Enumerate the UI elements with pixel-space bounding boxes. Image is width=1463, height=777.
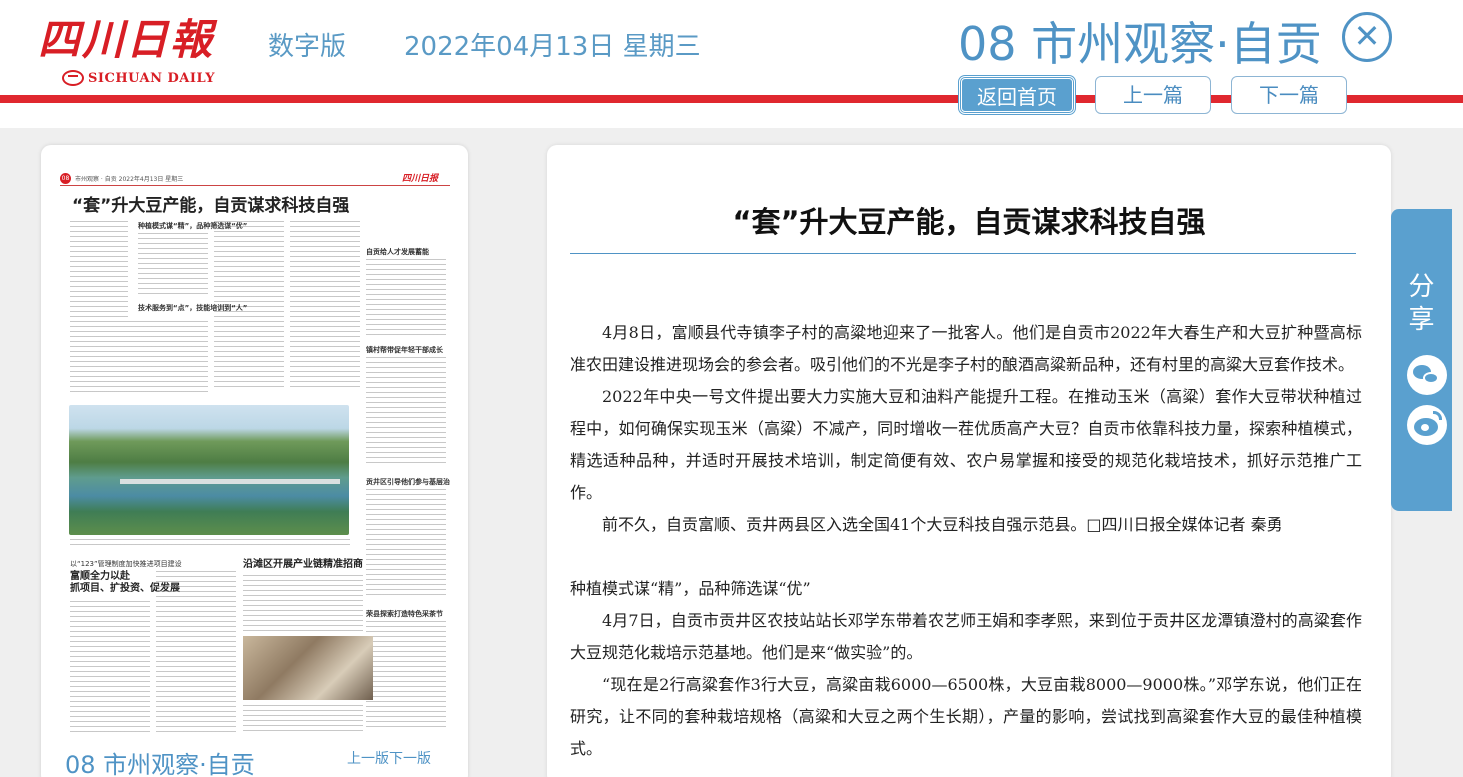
- thumbnail-logo: 四川日报: [401, 174, 438, 184]
- thumbnail-text-column: [70, 321, 208, 393]
- article-paragraph: “现在是2行高粱套作3行大豆，高粱亩栽6000—6500株，大豆亩栽8000—9…: [570, 675, 1362, 758]
- thumbnail-text-column: [366, 489, 446, 599]
- thumbnail-bridge-shape: [120, 479, 340, 484]
- article-paragraph: 4月7日，自贡市贡井区农技站站长邓学东带着农艺师王娟和李孝熙，来到位于贡井区龙潭…: [570, 611, 1362, 662]
- thumbnail-meeting-photo: [243, 636, 373, 700]
- thumbnail-story2-title-1[interactable]: 富顺全力以赴: [70, 571, 130, 583]
- thumbnail-side-story-2[interactable]: 镇村帮带促年轻干部成长: [366, 345, 443, 355]
- thumbnail-text-column: [243, 705, 363, 735]
- thumbnail-text-column: [156, 571, 236, 735]
- logo-chinese-text: 四川日報: [38, 15, 215, 64]
- article-title: “套”升大豆产能，自贡谋求科技自强: [732, 205, 1206, 239]
- thumbnail-subhead-2: 技术服务到“点”，技能培训到“人”: [138, 304, 248, 312]
- share-label: 分享: [1408, 272, 1435, 335]
- thumbnail-masthead: 08 市州观察 · 自贡 2022年4月13日 星期三 四川日报: [60, 171, 450, 185]
- newspaper-page-thumbnail[interactable]: 08 市州观察 · 自贡 2022年4月13日 星期三 四川日报 “套”升大豆产…: [60, 161, 450, 741]
- logo-english-row: SICHUAN DAILY: [62, 68, 215, 88]
- issue-date: 2022年04月13日 星期三: [404, 32, 701, 62]
- article-panel: “套”升大豆产能，自贡谋求科技自强 4月8日，富顺县代寺镇李子村的高粱地迎来了一…: [547, 145, 1391, 777]
- thumbnail-side-story-4[interactable]: 荣县探索打造特色采茶节: [366, 609, 443, 619]
- thumbnail-photo-caption: [70, 539, 350, 549]
- article-paragraph: 前不久，自贡富顺、贡井两县区入选全国41个大豆科技自强示范县。□四川日报全媒体记…: [602, 515, 1283, 534]
- article-body: 4月8日，富顺县代寺镇李子村的高粱地迎来了一批客人。他们是自贡市2022年大春生…: [570, 317, 1362, 765]
- header: 四川日報 SICHUAN DAILY 数字版 2022年04月13日 星期三 0…: [0, 0, 1463, 128]
- thumbnail-masthead-text: 市州观察 · 自贡 2022年4月13日 星期三: [75, 175, 184, 183]
- page-prev-next-links[interactable]: 上一版下一版: [347, 748, 431, 768]
- thumbnail-story2-kicker: 以“123”管理制度加快推进项目建设: [70, 560, 182, 568]
- weibo-icon[interactable]: [1407, 405, 1447, 445]
- article-title-rule: [570, 253, 1356, 254]
- page-preview-panel: 08 市州观察 · 自贡 2022年4月13日 星期三 四川日报 “套”升大豆产…: [41, 145, 468, 777]
- article-subheading: 种植模式谋“精”，品种筛选谋“优”: [570, 579, 811, 598]
- thumbnail-side-story-1[interactable]: 自贡给人才发展蓄能: [366, 247, 429, 257]
- thumbnail-text-column: [366, 357, 446, 467]
- thumbnail-headline[interactable]: “套”升大豆产能，自贡谋求科技自强: [72, 191, 349, 216]
- edition-label: 数字版: [268, 32, 347, 62]
- article-paragraph: 2022年中央一号文件提出要大力实施大豆和油料产能提升工程。在推动玉米（高粱）套…: [570, 387, 1362, 502]
- thumbnail-text-column: [366, 259, 446, 335]
- home-button[interactable]: 返回首页: [959, 76, 1075, 114]
- thumbnail-page-number: 08: [60, 172, 71, 184]
- weibo-wave-shape: [1433, 411, 1442, 420]
- thumbnail-text-column: [243, 575, 363, 631]
- panel-page-caption: 08 市州观察·自贡: [65, 751, 255, 777]
- next-article-button[interactable]: 下一篇: [1231, 76, 1347, 114]
- thumbnail-text-column: [138, 233, 208, 297]
- page-title: 08 市州观察·自贡: [958, 17, 1322, 71]
- thumbnail-text-column: [70, 601, 150, 735]
- thumbnail-story3-title[interactable]: 沿滩区开展产业链精准招商: [243, 559, 363, 571]
- thumbnail-text-column: [70, 221, 128, 317]
- logo-english-text: SICHUAN DAILY: [88, 70, 216, 86]
- share-sidebar: 分享: [1391, 209, 1452, 511]
- thumbnail-text-column: [290, 221, 360, 391]
- thumbnail-landscape-photo: [69, 405, 349, 535]
- wechat-bubble-shape: [1423, 372, 1439, 384]
- previous-article-button[interactable]: 上一篇: [1095, 76, 1211, 114]
- thumbnail-side-story-3[interactable]: 贡井区引导他们参与基层治理: [366, 477, 450, 487]
- close-icon[interactable]: ✕: [1342, 12, 1392, 62]
- article-paragraph: 4月8日，富顺县代寺镇李子村的高粱地迎来了一批客人。他们是自贡市2022年大春生…: [570, 323, 1362, 374]
- sichuan-daily-logo[interactable]: 四川日報 SICHUAN DAILY: [38, 14, 238, 88]
- article-spacer: [570, 541, 1362, 573]
- weibo-pupil-shape: [1421, 424, 1429, 431]
- thumbnail-rule: [60, 185, 450, 186]
- logo-emblem-icon: [62, 70, 84, 86]
- wechat-icon[interactable]: [1407, 355, 1447, 395]
- thumbnail-text-column: [366, 621, 446, 731]
